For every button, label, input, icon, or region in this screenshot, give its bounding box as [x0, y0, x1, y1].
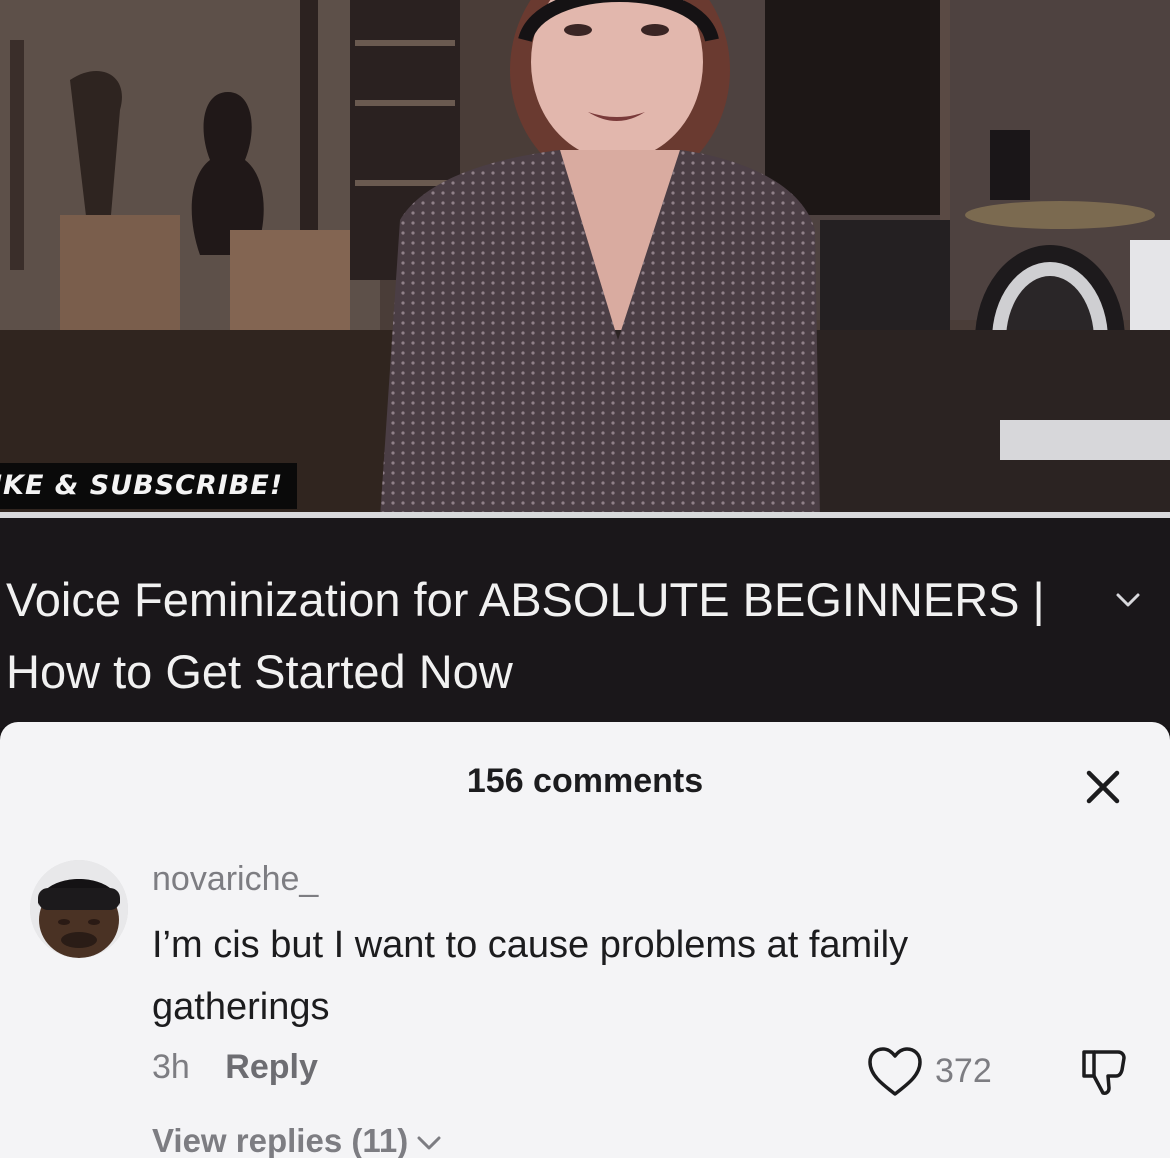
comment-username[interactable]: novariche_ [152, 860, 318, 899]
expand-description-chevron-icon[interactable] [1108, 580, 1148, 620]
close-icon[interactable] [1080, 764, 1126, 810]
video-title-strip: Voice Feminization for ABSOLUTE BEGINNER… [0, 518, 1170, 728]
screen: IKE & SUBSCRIBE! Voice Feminization for … [0, 0, 1170, 1158]
video-frame-image [0, 0, 1170, 518]
video-title: Voice Feminization for ABSOLUTE BEGINNER… [6, 573, 1045, 698]
video-player[interactable]: IKE & SUBSCRIBE! [0, 0, 1170, 518]
comments-sheet: 156 comments novariche_ I’m cis but I wa… [0, 722, 1170, 1158]
comment-timestamp: 3h [152, 1048, 190, 1086]
chevron-down-icon [417, 1136, 441, 1150]
comments-count-header: 156 comments [466, 762, 704, 800]
view-replies-label: View replies (11) [152, 1122, 409, 1158]
comment-text: I’m cis but I want to cause problems at … [152, 924, 909, 1028]
heart-outline-icon[interactable] [866, 1046, 924, 1098]
comment-item: novariche_ I’m cis but I want to cause p… [0, 852, 1170, 1158]
thumbs-down-icon[interactable] [1076, 1044, 1132, 1100]
view-replies-button[interactable]: View replies (11) [152, 1122, 444, 1158]
subscribe-banner: IKE & SUBSCRIBE! [0, 463, 298, 509]
avatar[interactable] [30, 860, 128, 958]
like-count: 372 [935, 1052, 992, 1090]
reply-button[interactable]: Reply [225, 1048, 318, 1086]
comment-meta-row: 3h Reply [152, 1048, 318, 1087]
